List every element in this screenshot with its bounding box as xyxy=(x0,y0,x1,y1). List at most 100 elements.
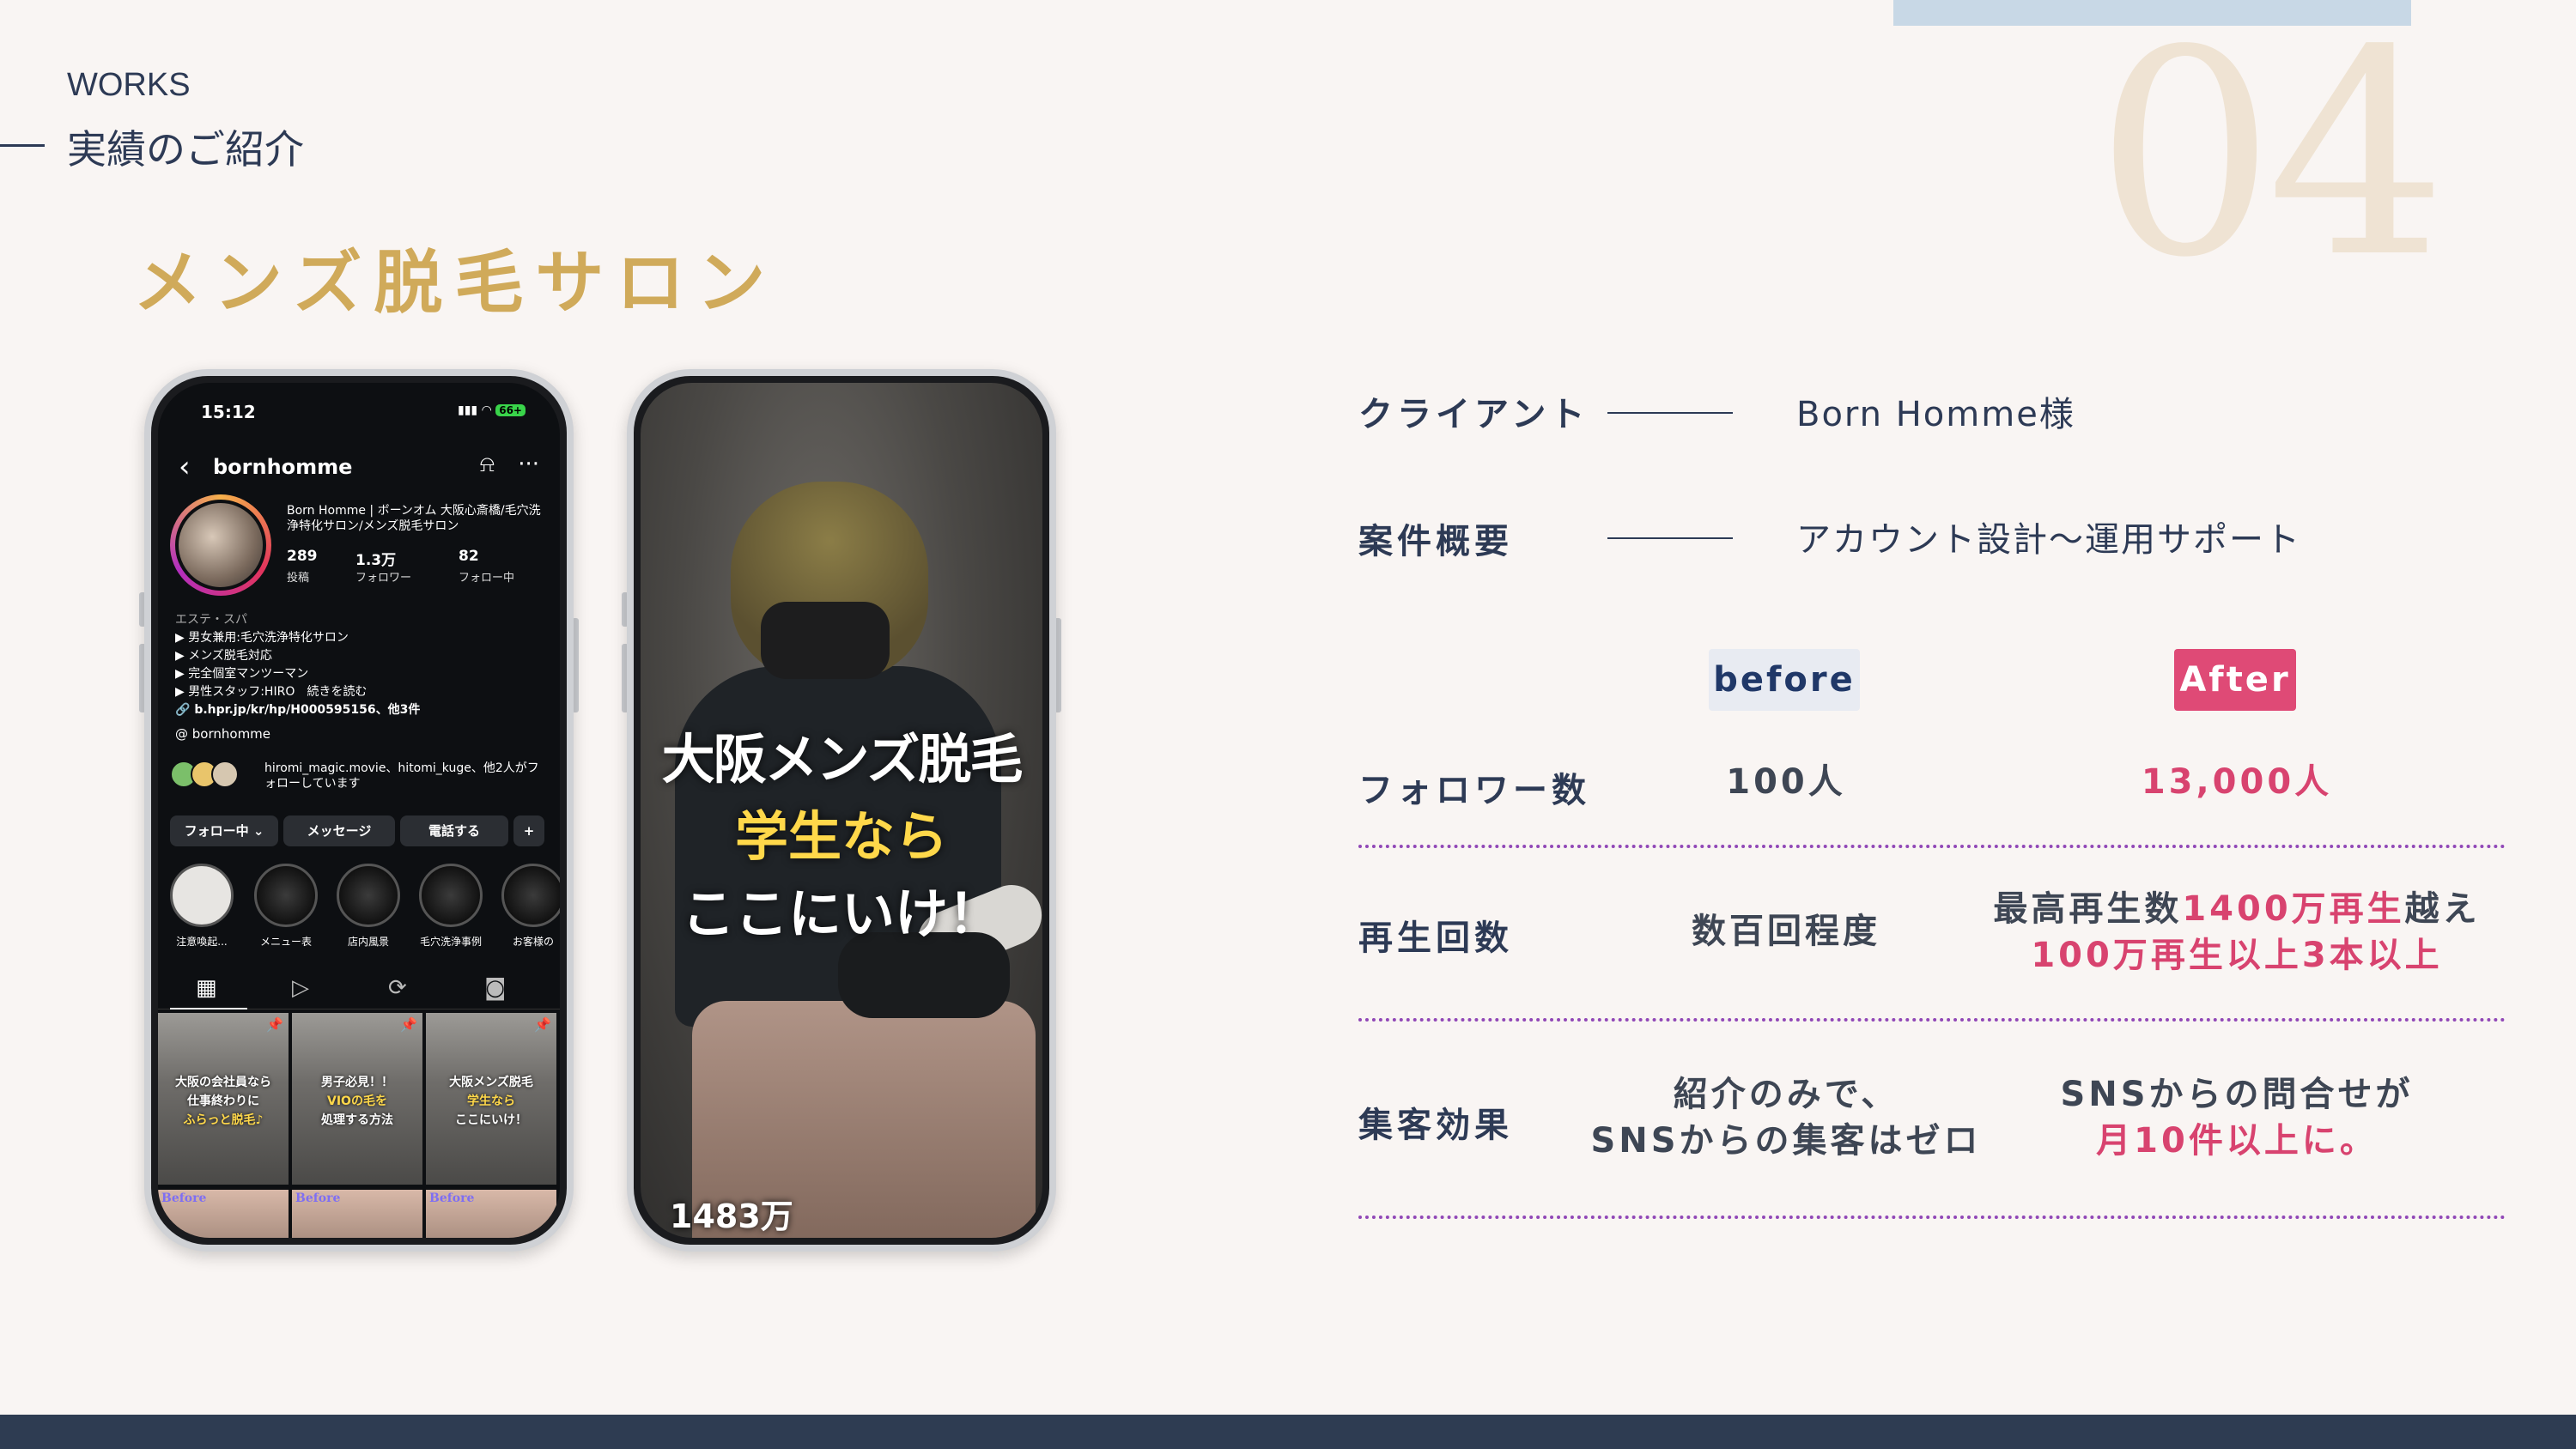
stat-following-value[interactable]: 82 xyxy=(459,548,479,565)
grid-caption-line: ふらっと脱毛♪ xyxy=(183,1113,264,1127)
views-after-line: 100万再生以上3本以上 xyxy=(2031,936,2443,975)
works-label: WORKS xyxy=(67,67,191,103)
stat-following-label[interactable]: フォロー中 xyxy=(459,568,514,585)
profile-bio: エステ・スパ ▶ 男女兼用:毛穴洗浄特化サロン ▶ メンズ脱毛対応 ▶ 完全個室… xyxy=(175,611,536,719)
pin-icon: 📌 xyxy=(400,1016,417,1033)
row-divider xyxy=(1358,1018,2506,1022)
threads-handle-text[interactable]: bornhomme xyxy=(192,726,270,742)
grid-post[interactable]: 📌 大阪メンズ脱毛 学生なら ここにいけ！ xyxy=(426,1013,556,1185)
highlight-label: 毛穴洗浄事例 xyxy=(419,936,482,948)
grid-caption-line: VIOの毛を xyxy=(327,1094,387,1108)
grid-post[interactable]: Before xyxy=(292,1190,422,1238)
acquisition-after-line: SNSからの問合せが xyxy=(2060,1075,2414,1114)
grid-caption-line: 処理する方法 xyxy=(321,1113,393,1127)
following-button[interactable]: フォロー中 ⌄ xyxy=(170,815,278,846)
before-badge: before xyxy=(1709,649,1860,711)
profile-avatar[interactable] xyxy=(170,494,271,596)
reel-caption-line: ここにいけ！ xyxy=(681,882,1001,945)
status-time: 15:12 xyxy=(201,402,256,422)
client-divider xyxy=(1607,412,1733,414)
row-divider xyxy=(1358,845,2506,848)
bio-line[interactable]: ▶ 男性スタッフ:HIRO 続きを読む xyxy=(175,683,536,701)
instagram-phone-mockup: 15:12 ▮▮▮ ◠ 66+ ‹ bornhomme ⍾ ··· Born H… xyxy=(144,369,574,1252)
reel-screen[interactable]: 大阪メンズ脱毛 学生なら ここにいけ！ 1483万 xyxy=(641,383,1042,1238)
profile-username: bornhomme xyxy=(213,455,353,479)
stat-followers-label[interactable]: フォロワー xyxy=(355,568,411,585)
profile-tab-bar: ▦ ▷ ⟳ ◙ xyxy=(158,965,560,1009)
highlight-menu[interactable] xyxy=(254,864,318,927)
highlight-label: お客様の xyxy=(512,936,554,948)
followers-before: 100人 xyxy=(1726,762,1846,802)
grid-post[interactable]: Before xyxy=(426,1190,556,1238)
summary-label: 案件概要 xyxy=(1358,522,1513,561)
add-user-button[interactable]: + xyxy=(513,815,544,846)
grid-post-caption: 男子必見！！ VIOの毛を 処理する方法 xyxy=(295,1073,419,1130)
reel-caption-line: 学生なら xyxy=(734,805,948,868)
before-label: Before xyxy=(429,1191,475,1205)
views-after-text: 越え xyxy=(2404,889,2481,929)
stat-followers-value[interactable]: 1.3万 xyxy=(355,548,396,569)
intro-label: 実績のご紹介 xyxy=(67,126,304,173)
profile-link-text[interactable]: b.hpr.jp/kr/hp/H000595156、他3件 xyxy=(194,703,420,717)
grid-tab-icon[interactable]: ▦ xyxy=(196,975,217,1001)
acquisition-before-line: 紹介のみで、 xyxy=(1673,1075,1899,1114)
grid-post[interactable]: Before xyxy=(158,1190,289,1238)
intro-divider xyxy=(0,144,45,147)
acquisition-after-line: 月10件以上に。 xyxy=(2096,1121,2378,1161)
profile-category: エステ・スパ xyxy=(175,613,247,627)
after-badge: After xyxy=(2174,649,2296,711)
link-icon: 🔗 xyxy=(175,703,195,717)
bio-line: ▶ 男女兼用:毛穴洗浄特化サロン xyxy=(175,631,349,645)
grid-post-caption: 大阪の会社員なら 仕事終わりに ふらっと脱毛♪ xyxy=(161,1073,285,1130)
stat-posts-value: 289 xyxy=(287,548,318,565)
highlight-warning[interactable] xyxy=(170,864,234,927)
active-tab-indicator xyxy=(170,1008,247,1009)
following-button-label: フォロー中 xyxy=(184,823,249,839)
grid-caption-line: 大阪メンズ脱毛 xyxy=(449,1076,533,1089)
views-after-highlight: 1400万再生 xyxy=(2182,889,2405,929)
follower-avatar xyxy=(211,761,239,788)
highlight-interior[interactable] xyxy=(337,864,400,927)
grid-post[interactable]: 📌 男子必見！！ VIOの毛を 処理する方法 xyxy=(292,1013,422,1185)
highlight-customer[interactable] xyxy=(501,864,560,927)
battery-icon: 66+ xyxy=(495,404,526,416)
before-label: Before xyxy=(295,1191,341,1205)
reels-tab-icon[interactable]: ▷ xyxy=(292,975,309,1001)
section-title: メンズ脱毛サロン xyxy=(133,242,778,323)
footer-bar xyxy=(0,1415,2576,1449)
reel-view-count: 1483万 xyxy=(670,1197,793,1235)
grid-caption-line: ここにいけ！ xyxy=(455,1113,527,1127)
acquisition-before-line: SNSからの集客はゼロ xyxy=(1590,1121,1982,1161)
status-icons: ▮▮▮ ◠ 66+ xyxy=(458,403,526,417)
reposts-tab-icon[interactable]: ⟳ xyxy=(388,975,407,1001)
grid-caption-line: 男子必見！！ xyxy=(321,1076,393,1089)
stat-posts-label: 投稿 xyxy=(287,572,310,585)
tagged-tab-icon[interactable]: ◙ xyxy=(484,975,506,1001)
grid-post-caption: 大阪メンズ脱毛 学生なら ここにいけ！ xyxy=(429,1073,553,1130)
followed-by-text: hiromi_magic.movie、hitomi_kuge、他2人がフォローし… xyxy=(264,761,539,791)
slide-number: 04 xyxy=(2095,0,2447,319)
bell-icon[interactable]: ⍾ xyxy=(480,452,495,478)
grid-post[interactable]: 📌 大阪の会社員なら 仕事終わりに ふらっと脱毛♪ xyxy=(158,1013,289,1185)
highlight-label: 店内風景 xyxy=(347,936,389,948)
back-arrow-icon[interactable]: ‹ xyxy=(179,450,191,484)
highlight-label: 注意喚起... xyxy=(176,936,228,948)
profile-name: Born Homme | ボーンオム 大阪心斎橋/毛穴洗浄特化サロン/メンズ脱毛… xyxy=(287,504,541,533)
profile-link[interactable]: 🔗 b.hpr.jp/kr/hp/H000595156、他3件 xyxy=(175,701,536,719)
grid-caption-line: 仕事終わりに xyxy=(187,1094,259,1108)
highlight-label: メニュー表 xyxy=(259,936,312,948)
grid-caption-line: 学生なら xyxy=(467,1094,515,1108)
message-button[interactable]: メッセージ xyxy=(283,815,395,846)
reel-phone-mockup: 大阪メンズ脱毛 学生なら ここにいけ！ 1483万 xyxy=(627,369,1056,1252)
more-icon[interactable]: ··· xyxy=(518,452,539,477)
row-divider xyxy=(1358,1216,2506,1219)
highlight-cases[interactable] xyxy=(419,864,483,927)
pin-icon: 📌 xyxy=(266,1016,283,1033)
reel-caption-line: 大阪メンズ脱毛 xyxy=(661,728,1024,791)
call-button[interactable]: 電話する xyxy=(400,815,508,846)
before-label: Before xyxy=(161,1191,207,1205)
followed-by-row[interactable]: hiromi_magic.movie、hitomi_kuge、他2人がフォローし… xyxy=(170,761,548,795)
bio-line: ▶ 完全個室マンツーマン xyxy=(175,667,309,681)
threads-handle[interactable]: @ bornhomme xyxy=(175,726,270,742)
reel-figure-mask xyxy=(761,602,890,679)
